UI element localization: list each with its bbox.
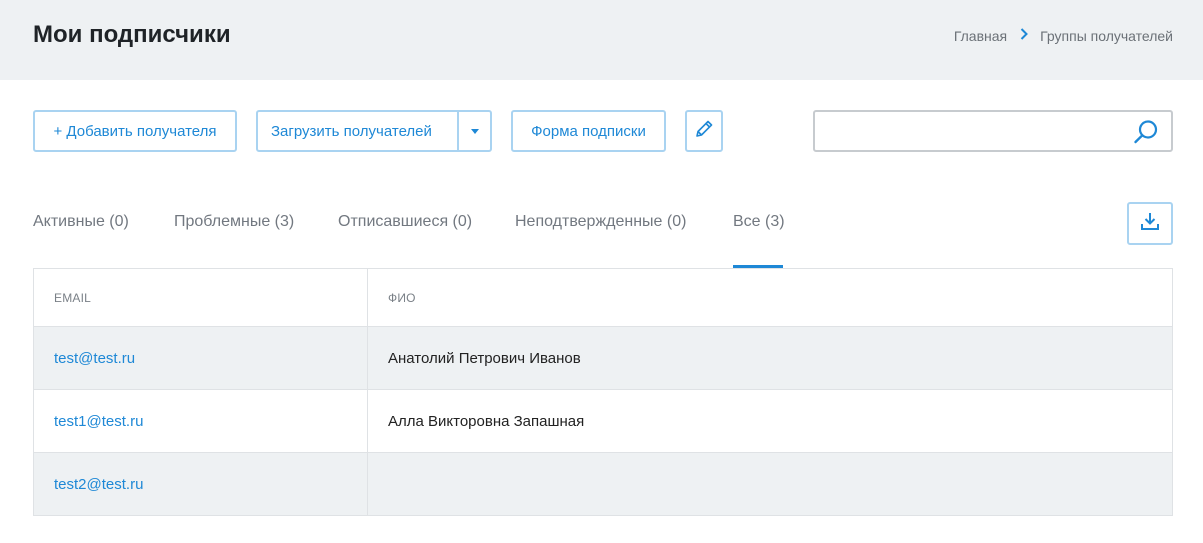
breadcrumb-home[interactable]: Главная [954, 27, 1007, 45]
search-input[interactable] [815, 112, 1125, 150]
breadcrumb: Главная Группы получателей [954, 27, 1173, 45]
column-header-name: ФИО [368, 269, 1172, 326]
tab-unsubscribed[interactable]: Отписавшиеся (0) [338, 212, 472, 232]
table-row[interactable]: test2@test.ru [34, 453, 1172, 515]
upload-recipients-button[interactable]: Загрузить получателей [256, 110, 492, 152]
email-cell: test1@test.ru [34, 390, 368, 452]
pencil-icon [693, 118, 715, 144]
page-title: Мои подписчики [33, 21, 231, 48]
tab-active[interactable]: Активные (0) [33, 212, 129, 232]
add-recipient-button[interactable]: + Добавить получателя [33, 110, 237, 152]
tab-all[interactable]: Все (3) [733, 212, 785, 232]
download-icon [1140, 211, 1160, 236]
upload-recipients-label: Загрузить получателей [271, 122, 432, 140]
download-button[interactable] [1127, 202, 1173, 245]
page-header: Мои подписчики Главная Группы получателе… [0, 0, 1203, 80]
name-text: Анатолий Петрович Иванов [388, 349, 581, 367]
name-text: Алла Викторовна Запашная [388, 412, 585, 430]
breadcrumb-current: Группы получателей [1040, 28, 1173, 44]
subscription-form-button[interactable]: Форма подписки [511, 110, 666, 152]
tab-problematic[interactable]: Проблемные (3) [174, 212, 294, 232]
chevron-right-icon [1020, 28, 1029, 44]
name-cell: Анатолий Петрович Иванов [368, 327, 1172, 389]
tab-unconfirmed[interactable]: Неподтвержденные (0) [515, 212, 686, 232]
email-cell: test@test.ru [34, 327, 368, 389]
subscribers-table: EMAIL ФИО test@test.ru Анатолий Петрович… [33, 268, 1173, 516]
column-header-email: EMAIL [34, 269, 368, 326]
edit-button[interactable] [685, 110, 723, 152]
table-row[interactable]: test1@test.ru Алла Викторовна Запашная [34, 390, 1172, 453]
email-cell: test2@test.ru [34, 453, 368, 515]
search-icon[interactable] [1133, 119, 1159, 145]
caret-down-icon [470, 128, 479, 134]
column-header-email-label: EMAIL [54, 290, 92, 305]
table-row[interactable]: test@test.ru Анатолий Петрович Иванов [34, 327, 1172, 390]
email-link[interactable]: test1@test.ru [54, 413, 143, 430]
email-link[interactable]: test@test.ru [54, 350, 135, 367]
table-header-row: EMAIL ФИО [34, 269, 1172, 327]
upload-dropdown-toggle[interactable] [457, 112, 490, 150]
name-cell [368, 453, 1172, 515]
search-box [813, 110, 1173, 152]
column-header-name-label: ФИО [388, 290, 416, 305]
email-link[interactable]: test2@test.ru [54, 476, 143, 493]
name-cell: Алла Викторовна Запашная [368, 390, 1172, 452]
